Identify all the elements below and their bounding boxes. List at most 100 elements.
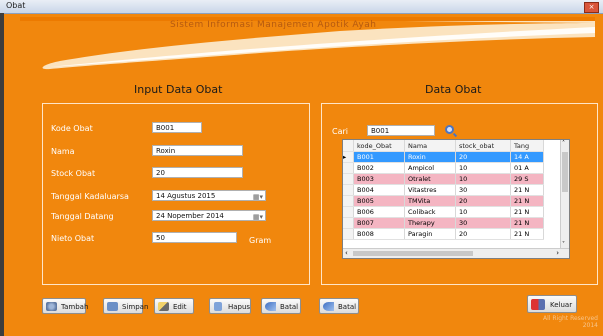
- vertical-scroll-thumb[interactable]: [562, 152, 568, 192]
- table-cell[interactable]: Coliback: [404, 206, 456, 218]
- save-icon: [107, 302, 118, 311]
- search-label: Cari: [332, 127, 348, 136]
- netto-obat-input[interactable]: 50: [152, 232, 237, 243]
- table-cell[interactable]: 30: [455, 184, 511, 196]
- table-row[interactable]: B002 Ampicol 10 01 A: [343, 162, 544, 174]
- batal-button-2[interactable]: Batal: [319, 298, 359, 314]
- horizontal-scrollbar[interactable]: ‹ ›: [343, 248, 569, 258]
- main-form: Sistem Informasi Manajemen Apotik Ayah I…: [20, 17, 598, 317]
- table-cell[interactable]: Roxin: [404, 151, 456, 163]
- table-cell[interactable]: B005: [353, 195, 405, 207]
- nama-label: Nama: [51, 147, 75, 156]
- tanggal-kadaluarsa-label: Tanggal Kadaluarsa: [51, 192, 129, 201]
- nama-input[interactable]: Roxin: [152, 145, 243, 156]
- pencil-icon: [158, 302, 169, 311]
- table-cell[interactable]: 21 N: [510, 217, 544, 229]
- add-icon: [46, 302, 57, 311]
- table-cell[interactable]: 30: [455, 217, 511, 229]
- table-row[interactable]: B004 Vitastres 30 21 N: [343, 184, 544, 196]
- hapus-label: Hapus: [228, 303, 251, 311]
- table-cell[interactable]: Ampicol: [404, 162, 456, 174]
- table-row[interactable]: B003 Otralet 10 29 S: [343, 173, 544, 185]
- batal-label-2: Batal: [338, 303, 357, 311]
- tanggal-kadaluarsa-value: 14 Agustus 2015: [156, 192, 216, 200]
- table-header-row: kode_Obat Nama stock_obat Tang: [343, 140, 544, 152]
- window-title: Obat: [6, 1, 26, 10]
- data-panel-heading: Data Obat: [425, 83, 482, 96]
- hapus-button[interactable]: Hapus: [209, 298, 251, 314]
- table-row[interactable]: B006 Coliback 10 21 N: [343, 206, 544, 218]
- table-cell[interactable]: Otralet: [404, 173, 456, 185]
- simpan-button[interactable]: Simpan: [103, 298, 148, 314]
- row-header: [343, 195, 354, 207]
- table-cell[interactable]: 01 A: [510, 162, 544, 174]
- trash-icon: [214, 302, 222, 311]
- search-input[interactable]: B001: [367, 125, 435, 136]
- batal-button-1[interactable]: Batal: [261, 298, 301, 314]
- keluar-button[interactable]: Keluar: [527, 295, 577, 313]
- row-header-corner: [343, 140, 354, 152]
- data-obat-grid[interactable]: kode_Obat Nama stock_obat Tang ▸ B001 Ro…: [342, 139, 570, 259]
- calendar-dropdown-icon[interactable]: ▦▾: [253, 212, 263, 223]
- row-header: [343, 184, 354, 196]
- scroll-up-icon[interactable]: ˄: [562, 140, 565, 147]
- search-icon[interactable]: [445, 125, 454, 134]
- keluar-label: Keluar: [550, 301, 573, 309]
- batal-label-1: Batal: [280, 303, 299, 311]
- horizontal-scroll-thumb[interactable]: [353, 251, 473, 256]
- data-obat-table: kode_Obat Nama stock_obat Tang ▸ B001 Ro…: [343, 140, 544, 240]
- undo-icon: [265, 302, 276, 311]
- row-header: [343, 217, 354, 229]
- table-cell[interactable]: B001: [353, 151, 405, 163]
- table-cell[interactable]: 20: [455, 151, 511, 163]
- kode-obat-input[interactable]: B001: [152, 122, 202, 133]
- tanggal-kadaluarsa-picker[interactable]: 14 Agustus 2015 ▦▾: [152, 190, 266, 201]
- table-cell[interactable]: B002: [353, 162, 405, 174]
- input-panel-heading: Input Data Obat: [134, 83, 223, 96]
- table-cell[interactable]: 10: [455, 206, 511, 218]
- tanggal-datang-picker[interactable]: 24 Nopember 2014 ▦▾: [152, 210, 266, 221]
- table-cell[interactable]: 14 A: [510, 151, 544, 163]
- banner-title: Sistem Informasi Manajemen Apotik Ayah: [170, 20, 377, 30]
- table-row[interactable]: B005 TMVita 20 21 N: [343, 195, 544, 207]
- table-cell[interactable]: B003: [353, 173, 405, 185]
- title-bar: Obat ×: [0, 0, 603, 14]
- table-cell[interactable]: B004: [353, 184, 405, 196]
- scroll-down-icon[interactable]: ˅: [562, 241, 565, 248]
- scroll-right-icon[interactable]: ›: [556, 249, 559, 257]
- edit-button[interactable]: Edit: [154, 298, 194, 314]
- close-button[interactable]: ×: [584, 2, 599, 13]
- table-row[interactable]: B008 Paragin 20 21 N: [343, 228, 544, 240]
- column-header[interactable]: stock_obat: [455, 140, 511, 152]
- table-cell[interactable]: 29 S: [510, 173, 544, 185]
- vertical-scrollbar[interactable]: ˄ ˅: [560, 140, 569, 248]
- table-cell[interactable]: 21 N: [510, 195, 544, 207]
- footer-year: 2014: [582, 322, 598, 329]
- background-strip: [0, 13, 4, 336]
- column-header[interactable]: Nama: [404, 140, 456, 152]
- table-cell[interactable]: 10: [455, 173, 511, 185]
- table-cell[interactable]: B007: [353, 217, 405, 229]
- table-cell[interactable]: Vitastres: [404, 184, 456, 196]
- column-header[interactable]: Tang: [510, 140, 544, 152]
- stock-obat-input[interactable]: 20: [152, 167, 243, 178]
- table-cell[interactable]: B008: [353, 228, 405, 240]
- table-cell[interactable]: TMVita: [404, 195, 456, 207]
- table-cell[interactable]: B006: [353, 206, 405, 218]
- edit-label: Edit: [173, 303, 187, 311]
- tambah-button[interactable]: Tambah: [42, 298, 88, 314]
- table-cell[interactable]: 21 N: [510, 228, 544, 240]
- table-cell[interactable]: 20: [455, 228, 511, 240]
- tanggal-datang-label: Tanggal Datang: [51, 212, 114, 221]
- column-header[interactable]: kode_Obat: [353, 140, 405, 152]
- table-cell[interactable]: 21 N: [510, 206, 544, 218]
- scroll-left-icon[interactable]: ‹: [345, 249, 348, 257]
- calendar-dropdown-icon[interactable]: ▦▾: [253, 192, 263, 203]
- table-cell[interactable]: 21 N: [510, 184, 544, 196]
- table-row[interactable]: ▸ B001 Roxin 20 14 A: [343, 151, 544, 163]
- table-cell[interactable]: Paragin: [404, 228, 456, 240]
- table-cell[interactable]: Therapy: [404, 217, 456, 229]
- table-cell[interactable]: 20: [455, 195, 511, 207]
- table-cell[interactable]: 10: [455, 162, 511, 174]
- table-row[interactable]: B007 Therapy 30 21 N: [343, 217, 544, 229]
